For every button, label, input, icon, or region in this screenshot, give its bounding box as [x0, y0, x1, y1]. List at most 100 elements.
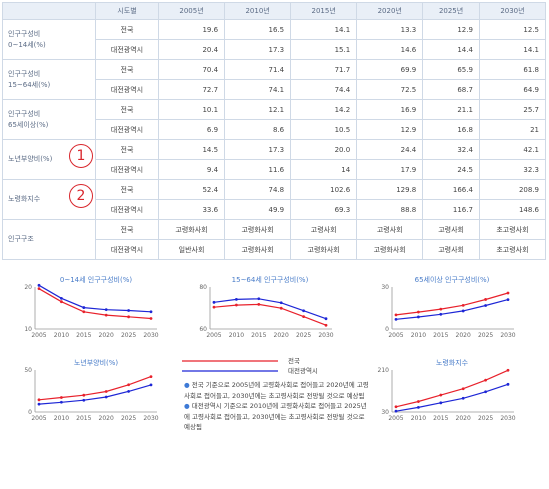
- value-cell: 9.4: [157, 159, 226, 180]
- x-tick-label: 2025: [296, 332, 311, 339]
- value-cell: 25.7: [478, 99, 547, 120]
- notes-box: ● 전국 기준으로 2005년에 고령화사회로 접어들고 2020년에 고령사회…: [184, 380, 370, 433]
- table-row: 인구구성비 65세이상(%) 전국 10.1 12.1 14.2 16.9 21.1 25.7: [2, 99, 547, 140]
- data-point: [235, 303, 238, 307]
- value-cell: 20.0: [290, 139, 358, 160]
- y-tick-label: 0: [385, 326, 389, 333]
- note-national: ● 전국 기준으로 2005년에 고령화사회로 접어들고 2020년에 고령사회…: [184, 380, 370, 401]
- value-cell: 208.9: [478, 179, 547, 200]
- series-line: [213, 298, 327, 320]
- data-point: [484, 304, 487, 307]
- group-label: 인구구성비 15~64세(%): [2, 59, 96, 100]
- data-point: [279, 306, 283, 310]
- x-tick-label: 2015: [433, 415, 448, 422]
- statistics-table: 시도별 2005년 2010년 2015년 2020년 2025년 2030년 …: [2, 2, 547, 260]
- data-point: [149, 317, 153, 320]
- y-tick-label: 30: [381, 409, 389, 416]
- data-point: [417, 310, 420, 314]
- value-cell: 12.9: [422, 19, 480, 40]
- table-row: 인구구성비 0~14세(%) 전국 19.6 16.5 14.1 13.3 12.9 12.5: [2, 19, 547, 60]
- data-point: [127, 309, 130, 312]
- value-cell: 8.6: [224, 119, 292, 140]
- series-line: [395, 292, 509, 316]
- note-daejeon-text: 대전광역시 기준으로 2010년에 고령화사회로 접어들고 2025년에 고령사…: [184, 402, 367, 431]
- series-line: [38, 376, 152, 401]
- value-cell: 32.3: [478, 159, 547, 180]
- group-label: 인구구성비 0~14세(%): [2, 19, 96, 60]
- value-cell: 14.1: [290, 19, 358, 40]
- value-cell: 42.1: [478, 139, 547, 160]
- header-year: 2010년: [224, 2, 292, 20]
- data-point: [506, 382, 510, 386]
- data-point: [439, 307, 443, 311]
- series-line: [213, 303, 327, 326]
- value-cell: 72.5: [356, 79, 424, 100]
- data-point: [60, 400, 63, 404]
- region-cell: 대전광역시: [95, 199, 159, 220]
- data-point: [127, 383, 130, 387]
- value-cell: 17.3: [224, 39, 292, 60]
- x-tick-label: 2010: [54, 415, 69, 422]
- value-cell: 14.5: [157, 139, 226, 160]
- group-label: 노령화지수 2: [2, 179, 96, 220]
- value-cell: 64.9: [478, 79, 547, 100]
- value-cell: 16.5: [224, 19, 292, 40]
- region-cell: 전국: [95, 179, 159, 200]
- x-tick-label: 2015: [251, 332, 266, 339]
- data-point: [235, 297, 238, 301]
- table-row: 인구구성비 15~64세(%) 전국 70.4 71.4 71.7 69.9 65.9 61.…: [2, 59, 547, 100]
- x-tick-label: 2030: [143, 415, 158, 422]
- circled-number-marker: 2: [69, 184, 93, 208]
- header-year: 2005년: [157, 2, 226, 20]
- region-cell: 전국: [95, 219, 159, 240]
- value-cell: 16.8: [422, 119, 480, 140]
- x-tick-label: 2030: [318, 332, 333, 339]
- x-tick-label: 2030: [143, 332, 158, 339]
- data-point: [461, 303, 465, 307]
- y-tick-label: 20: [24, 284, 32, 291]
- x-tick-label: 2010: [411, 332, 426, 339]
- data-point: [439, 312, 443, 316]
- value-cell: 고령화사회: [224, 239, 292, 260]
- data-point: [37, 283, 41, 287]
- line-chart: 15~64세 인구구성비(%) 60 80 2005 2010 2015 2020 2025 2…: [199, 275, 333, 339]
- header-blank: [2, 2, 96, 20]
- x-tick-label: 2010: [411, 415, 426, 422]
- data-point: [417, 405, 420, 409]
- data-point: [149, 375, 153, 379]
- value-cell: 고령화사회: [224, 219, 292, 240]
- value-cell: 11.6: [224, 159, 292, 180]
- note-daejeon: ● 대전광역시 기준으로 2010년에 고령화사회로 접어들고 2025년에 고…: [184, 401, 370, 433]
- value-cell: 초고령사회: [478, 219, 547, 240]
- value-cell: 14: [290, 159, 358, 180]
- x-tick-label: 2010: [229, 332, 244, 339]
- data-point: [212, 300, 216, 304]
- value-cell: 72.7: [157, 79, 226, 100]
- data-point: [60, 396, 63, 399]
- data-point: [417, 315, 420, 319]
- region-cell: 대전광역시: [95, 39, 159, 60]
- value-cell: 70.4: [157, 59, 226, 80]
- data-point: [461, 396, 465, 400]
- region-cell: 전국: [95, 139, 159, 160]
- value-cell: 12.9: [356, 119, 424, 140]
- x-tick-label: 2025: [478, 332, 493, 339]
- value-cell: 68.7: [422, 79, 480, 100]
- y-tick-label: 60: [199, 326, 207, 333]
- value-cell: 고령화사회: [157, 219, 226, 240]
- data-point: [37, 287, 41, 291]
- data-point: [257, 303, 261, 306]
- data-point: [212, 305, 216, 309]
- chart-title: 0~14세 인구구성비(%): [60, 275, 132, 284]
- x-tick-label: 2025: [121, 415, 136, 422]
- group-label: 노년부양비(%) 1: [2, 139, 96, 180]
- x-tick-label: 2015: [76, 332, 91, 339]
- y-tick-label: 30: [381, 284, 389, 291]
- chart-title: 65세이상 인구구성비(%): [415, 275, 490, 284]
- value-cell: 14.4: [422, 39, 480, 60]
- data-point: [484, 390, 487, 394]
- value-cell: 49.9: [224, 199, 292, 220]
- x-tick-label: 2005: [388, 332, 403, 339]
- line-chart: 노령화지수 30 210 2005 2010 2015 2020 2025 2030: [378, 358, 516, 422]
- value-cell: 고령사회: [422, 219, 480, 240]
